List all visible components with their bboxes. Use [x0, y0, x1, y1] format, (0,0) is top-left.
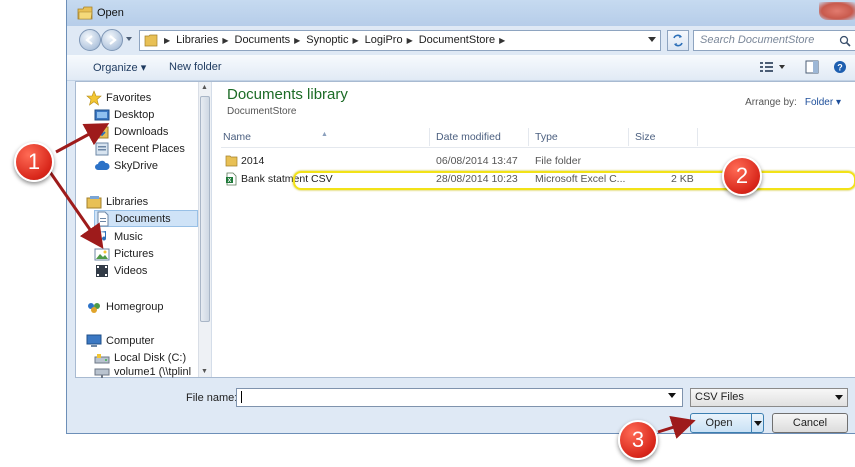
arrow-to-open	[657, 415, 696, 439]
arrow-to-pictures	[48, 171, 104, 249]
callout-3: 3	[618, 420, 658, 460]
annotation-arrows	[48, 123, 696, 439]
callout-1: 1	[14, 142, 54, 182]
callout-2: 2	[722, 156, 762, 196]
arrow-to-downloads	[55, 123, 110, 154]
